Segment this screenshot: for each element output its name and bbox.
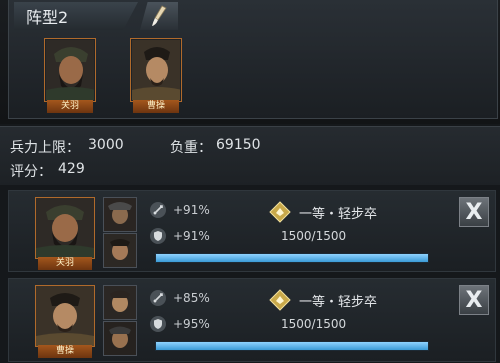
sub-hero-2[interactable] — [103, 321, 137, 356]
caocao-portrait — [36, 286, 94, 346]
sub-hero-portrait — [104, 234, 136, 267]
sub-hero-portrait — [104, 286, 136, 319]
sub-hero-2[interactable] — [103, 233, 137, 268]
load-label: 负重： — [170, 140, 212, 156]
hero-name-plate: 关羽 — [47, 100, 93, 113]
troop-count: 1500/1500 — [281, 229, 347, 243]
troop-row: 关羽 +91% +91% 一等・轻步卒 1500/1500 X — [8, 190, 496, 272]
load-value: 69150 — [216, 137, 261, 153]
row-hero-card[interactable]: 曹操 — [35, 285, 95, 358]
score-label: 评分： — [10, 164, 52, 180]
troop-bar-fill — [156, 342, 428, 350]
troop-bar-fill — [156, 254, 428, 262]
guanyu-portrait — [46, 40, 94, 100]
troop-row: 曹操 +85% +95% 一等・轻步卒 1500/1500 X — [8, 278, 496, 362]
defense-icon — [150, 228, 166, 244]
formation-title: 阵型2 — [26, 8, 69, 27]
hero-slot-guanyu[interactable]: 关羽 — [44, 38, 96, 113]
hero-name-plate: 关羽 — [38, 257, 92, 270]
sub-hero-1[interactable] — [103, 197, 137, 232]
guanyu-portrait — [36, 198, 94, 258]
troop-cap-label: 兵力上限： — [10, 140, 80, 156]
troop-cap-value: 3000 — [88, 137, 124, 153]
attack-bonus: +91% — [173, 203, 210, 217]
troop-bar — [155, 341, 429, 351]
remove-row-button[interactable]: X — [459, 285, 489, 315]
close-icon: X — [465, 199, 483, 225]
defense-icon — [150, 316, 166, 332]
formation-tab[interactable]: 阵型2 — [14, 2, 138, 30]
score-value: 429 — [58, 161, 85, 177]
caocao-portrait — [132, 40, 180, 100]
formation-panel: 阵型2 关羽 曹操 — [0, 0, 500, 124]
attack-icon — [150, 290, 166, 306]
sub-hero-portrait — [104, 322, 136, 355]
unit-type: 一等・轻步卒 — [299, 207, 378, 222]
attack-bonus: +85% — [173, 291, 210, 305]
hero-name-plate: 曹操 — [38, 345, 92, 358]
unit-type: 一等・轻步卒 — [299, 295, 378, 310]
troop-bar — [155, 253, 429, 263]
remove-row-button[interactable]: X — [459, 197, 489, 227]
troop-count: 1500/1500 — [281, 317, 347, 331]
close-icon: X — [465, 287, 483, 313]
stats-panel: 兵力上限： 3000 负重： 69150 评分： 429 — [0, 126, 500, 185]
hero-slot-caocao[interactable]: 曹操 — [130, 38, 182, 113]
unit-badge-icon — [269, 201, 291, 223]
sub-hero-1[interactable] — [103, 285, 137, 320]
attack-icon — [150, 202, 166, 218]
hero-name-plate: 曹操 — [133, 100, 179, 113]
row-hero-card[interactable]: 关羽 — [35, 197, 95, 270]
brush-icon — [152, 5, 167, 26]
defense-bonus: +95% — [173, 317, 210, 331]
sub-hero-portrait — [104, 198, 136, 231]
defense-bonus: +91% — [173, 229, 210, 243]
unit-badge-icon — [269, 289, 291, 311]
